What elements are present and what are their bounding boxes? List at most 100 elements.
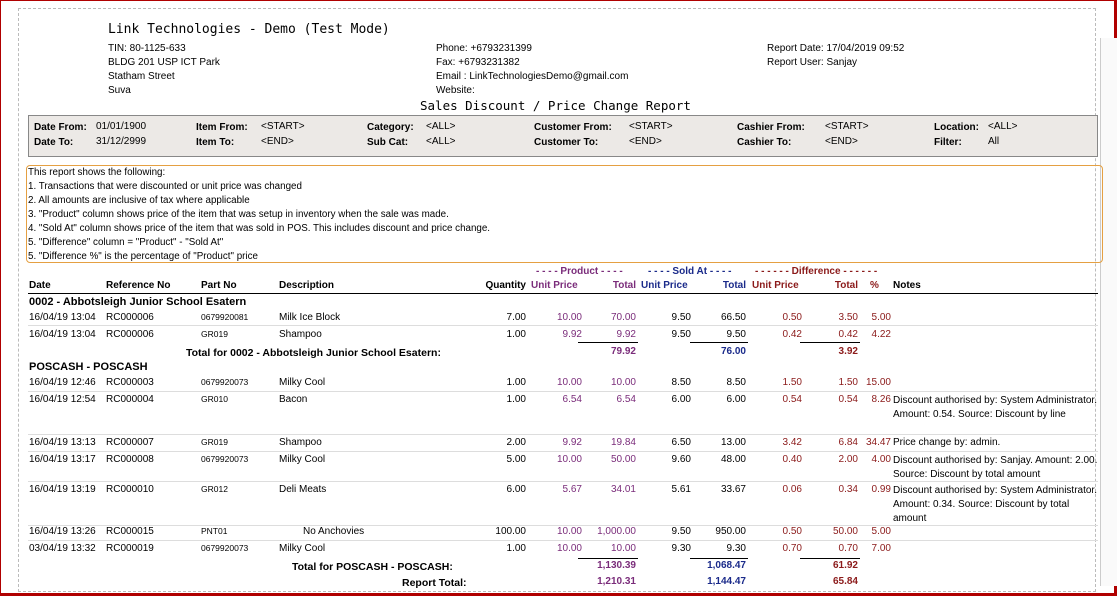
group-name: POSCASH - POSCASH [29,361,148,373]
cell-ref: RC000003 [106,377,154,388]
col-product-total: Total [612,280,636,291]
soldat-group-header: - - - - Sold At - - - - [648,266,732,277]
cell-pct: 0.99 [871,484,891,495]
col-product-unit-price: Unit Price [531,280,578,291]
cell-p-unit: 10.00 [556,526,582,537]
customer-to-label: Customer To: [534,137,599,148]
cell-ref: RC000019 [106,543,154,554]
group-total-soldat: 1,068.47 [707,560,746,571]
group-name: 0002 - Abbotsleigh Junior School Esatern [29,296,247,308]
cell-s-total: 66.50 [720,312,746,323]
cell-desc: Shampoo [279,437,322,448]
item-to-value: <END> [261,136,294,147]
cell-p-total: 10.00 [610,543,636,554]
cell-d-total: 1.50 [838,377,858,388]
cell-p-total: 70.00 [610,312,636,323]
customer-from-label: Customer From: [534,122,612,133]
cell-p-unit: 6.54 [562,394,582,405]
cell-d-unit: 0.06 [782,484,802,495]
date-to-value: 31/12/2999 [96,136,147,147]
customer-from-value: <START> [629,121,673,132]
cashier-to-label: Cashier To: [737,137,792,148]
customer-to-value: <END> [629,136,662,147]
cell-desc: Milky Cool [279,377,326,388]
cell-part: 0679920073 [201,454,249,464]
cell-ref: RC000004 [106,394,154,405]
cell-part: GR010 [201,394,228,404]
row-separator [28,391,1098,392]
company-name: Link Technologies - Demo (Test Mode) [108,22,390,37]
col-diff-total: Total [834,280,858,291]
cell-desc: Deli Meats [279,484,327,495]
cell-p-total: 9.92 [616,329,636,340]
cell-desc: Bacon [279,394,308,405]
col-quantity: Quantity [485,280,526,291]
cell-s-total: 13.00 [720,437,746,448]
cell-qty: 6.00 [506,484,526,495]
group-total-diff: 61.92 [832,560,858,571]
total-line [800,342,860,343]
cell-qty: 7.00 [506,312,526,323]
cell-d-unit: 3.42 [782,437,802,448]
note-line: This report shows the following: [28,167,166,178]
total-line [800,558,860,559]
cell-date: 16/04/19 12:54 [29,394,96,405]
cashier-from-label: Cashier From: [737,122,805,133]
cell-date: 16/04/19 13:04 [29,312,96,323]
cell-p-total: 10.00 [610,377,636,388]
cell-desc: No Anchovies [303,526,365,537]
group-total-soldat: 76.00 [720,346,746,357]
cell-d-unit: 1.50 [782,377,802,388]
cell-part: 0679920073 [201,377,249,387]
cell-d-unit: 0.54 [782,394,802,405]
cell-date: 03/04/19 13:32 [29,543,96,554]
total-line [578,342,638,343]
cell-d-unit: 0.50 [782,526,802,537]
col-soldat-unit-price: Unit Price [641,280,688,291]
cell-d-total: 50.00 [832,526,858,537]
cell-note: Discount authorised by: Sanjay. Amount: … [893,455,1098,480]
item-from-value: <START> [261,121,305,132]
cell-s-unit: 9.60 [671,454,691,465]
col-description: Description [279,280,335,291]
cell-p-unit: 9.92 [562,437,582,448]
report-title: Sales Discount / Price Change Report [420,98,691,113]
category-label: Category: [367,122,414,133]
note-line: 5. "Difference" column = "Product" - "So… [28,237,224,248]
report-user: Report User: Sanjay [767,57,858,68]
cell-ref: RC000007 [106,437,154,448]
cell-d-unit: 0.40 [782,454,802,465]
header-underline [28,293,1098,294]
note-line: 1. Transactions that were discounted or … [28,181,302,192]
report-total-soldat: 1,144.47 [707,576,746,587]
address-line-1: BLDG 201 USP ICT Park [108,57,220,68]
cell-s-total: 33.67 [720,484,746,495]
cashier-to-value: <END> [825,136,858,147]
cell-p-unit: 5.67 [562,484,582,495]
phone: Phone: +6793231399 [436,43,532,54]
cell-p-unit: 10.00 [556,312,582,323]
cell-part: PNT01 [201,526,228,536]
cell-date: 16/04/19 13:17 [29,454,96,465]
total-line [690,558,748,559]
cell-qty: 2.00 [506,437,526,448]
cell-s-unit: 8.50 [671,377,691,388]
report-total-diff: 65.84 [832,576,858,587]
cell-pct: 5.00 [871,526,891,537]
cell-s-unit: 6.00 [671,394,691,405]
col-soldat-total: Total [722,280,746,291]
row-separator [28,540,1098,541]
cell-p-total: 50.00 [610,454,636,465]
col-reference: Reference No [106,280,171,291]
note-line: 2. All amounts are inclusive of tax wher… [28,195,250,206]
cell-part: GR012 [201,484,228,494]
location-label: Location: [934,122,979,133]
row-separator [28,434,1098,435]
cell-date: 16/04/19 13:26 [29,526,96,537]
cell-desc: Shampoo [279,329,322,340]
cell-desc: Milk Ice Block [279,312,341,323]
cell-pct: 8.26 [871,394,891,405]
cell-ref: RC000006 [106,312,154,323]
cell-date: 16/04/19 13:19 [29,484,96,495]
cell-qty: 1.00 [506,543,526,554]
